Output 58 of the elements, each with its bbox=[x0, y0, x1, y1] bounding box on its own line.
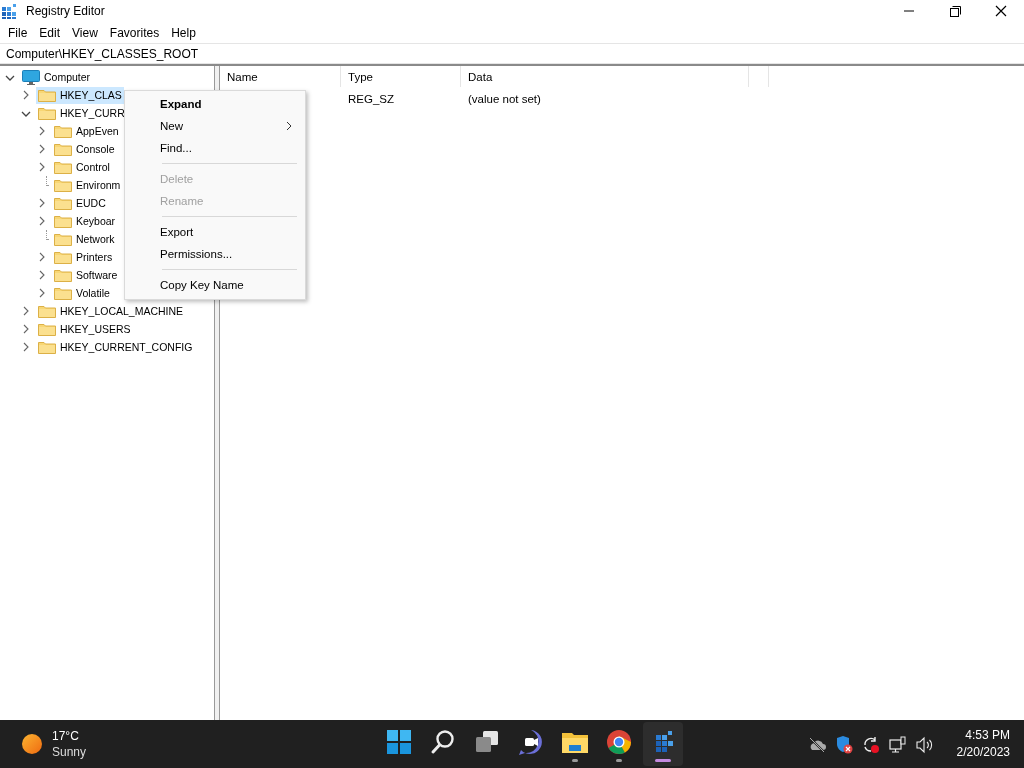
weather-condition-text: Sunny bbox=[52, 744, 87, 760]
menu-item[interactable]: New bbox=[125, 115, 305, 137]
tree-item[interactable]: Computer bbox=[20, 68, 93, 86]
column-header[interactable]: Name bbox=[220, 66, 341, 87]
folder-icon bbox=[38, 303, 56, 319]
tree-item[interactable]: HKEY_CURRENT_CONFIG bbox=[36, 338, 195, 356]
tree-item[interactable]: Keyboar bbox=[52, 212, 118, 230]
folder-icon bbox=[54, 123, 72, 139]
tree-item[interactable]: Control bbox=[52, 158, 112, 176]
menu-item[interactable]: Help bbox=[165, 23, 202, 42]
registry-icon bbox=[2, 3, 18, 19]
tree-item[interactable]: Printers bbox=[52, 248, 115, 266]
tree-item[interactable]: HKEY_USERS bbox=[36, 320, 133, 338]
menu-item[interactable]: Edit bbox=[33, 23, 67, 42]
menu-item[interactable]: Find... bbox=[125, 137, 305, 159]
table-cell-text: REG_SZ bbox=[347, 93, 395, 105]
folder-icon bbox=[54, 159, 72, 175]
folder-icon bbox=[38, 339, 56, 355]
folder-icon bbox=[54, 267, 72, 283]
table-cell-text: (value not set) bbox=[467, 93, 542, 105]
column-header[interactable]: Data bbox=[461, 66, 749, 87]
menu-item[interactable]: Favorites bbox=[103, 23, 166, 42]
folder-icon bbox=[54, 249, 72, 265]
column-header[interactable]: Type bbox=[341, 66, 461, 87]
menu-item[interactable]: Permissions... bbox=[125, 243, 305, 265]
tree-item[interactable]: HKEY_LOCAL_MACHINE bbox=[36, 302, 186, 320]
address-bar[interactable]: Computer\HKEY_CLASSES_ROOT bbox=[0, 43, 1024, 64]
tree-item[interactable]: HKEY_CURR bbox=[36, 104, 127, 122]
folder-icon bbox=[38, 321, 56, 337]
menu-item[interactable]: Copy Key Name bbox=[125, 274, 305, 296]
volume-icon[interactable] bbox=[914, 734, 934, 754]
computer-icon bbox=[22, 69, 40, 85]
menu-item[interactable]: Expand bbox=[125, 93, 305, 115]
tree-item[interactable]: HKEY_CLAS bbox=[36, 86, 124, 104]
folder-icon bbox=[54, 141, 72, 157]
folder-icon bbox=[54, 213, 72, 229]
tree-item[interactable]: Console bbox=[52, 140, 117, 158]
menu-item[interactable]: Export bbox=[125, 221, 305, 243]
address-text: Computer\HKEY_CLASSES_ROOT bbox=[6, 46, 199, 61]
window-title: Registry Editor bbox=[26, 4, 105, 18]
folder-icon bbox=[38, 87, 56, 103]
folder-icon bbox=[54, 285, 72, 301]
clock[interactable]: 4:53 PM 2/20/2023 bbox=[956, 727, 1010, 761]
tree-item[interactable]: Volatile bbox=[52, 284, 112, 302]
tree-item[interactable]: EUDC bbox=[52, 194, 108, 212]
network-icon[interactable] bbox=[887, 734, 907, 754]
tree-item[interactable]: Network bbox=[52, 230, 117, 248]
folder-icon bbox=[54, 195, 72, 211]
tree-item[interactable]: Software bbox=[52, 266, 120, 284]
sun-icon bbox=[21, 733, 43, 755]
tree-item[interactable]: Environm bbox=[52, 176, 123, 194]
temperature-text: 17°C bbox=[52, 728, 80, 744]
menu-item[interactable]: View bbox=[66, 23, 104, 42]
folder-icon bbox=[38, 105, 56, 121]
folder-icon bbox=[54, 177, 72, 193]
folder-icon bbox=[54, 231, 72, 247]
tree-item[interactable]: AppEven bbox=[52, 122, 121, 140]
menu-item[interactable]: File bbox=[2, 23, 34, 42]
